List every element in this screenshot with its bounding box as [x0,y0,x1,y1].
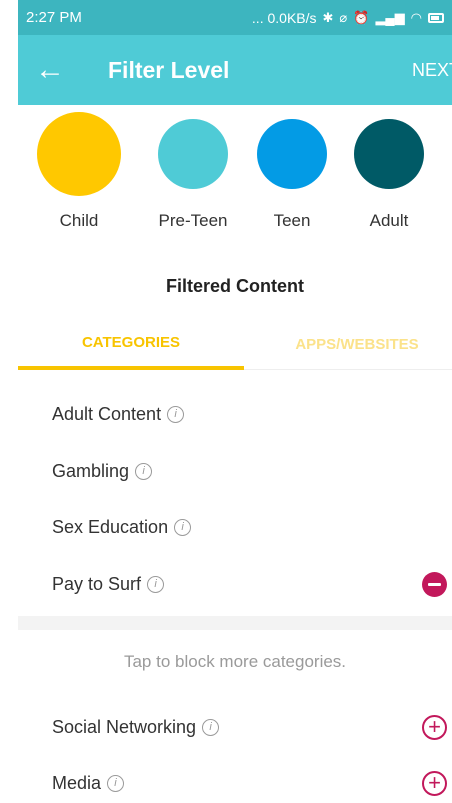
filter-level-selector: Child Pre-Teen Teen Adult [18,112,452,243]
category-row-pay-to-surf: Pay to Surf i [18,564,452,604]
alarm-icon: ⏰ [353,9,370,25]
alarm-off-icon: ⌀ [339,9,348,25]
level-label: Adult [369,211,409,230]
next-button[interactable]: NEXT [412,35,452,105]
category-label: Social Networking [52,716,197,737]
category-label: Sex Education [52,516,169,537]
level-circle [37,112,121,196]
add-category-button[interactable]: + [422,770,447,796]
category-label: Pay to Surf [52,573,142,594]
remove-category-button[interactable] [422,571,447,597]
category-label: Gambling [52,460,130,481]
category-label: Media [52,772,102,793]
section-divider [18,616,452,630]
app-screen: 2:27 PM ... 0.0KB/s ✱ ⌀ ⏰ ▂▄▆ ◠ ← Filter… [18,0,452,803]
wifi-icon: ◠ [410,9,422,25]
level-circle [354,119,424,189]
info-icon[interactable]: i [107,774,125,792]
status-bar: 2:27 PM ... 0.0KB/s ✱ ⌀ ⏰ ▂▄▆ ◠ [18,0,452,35]
signal-icon: ▂▄▆ [375,9,405,25]
back-button[interactable]: ← [18,35,82,105]
info-icon[interactable]: i [147,575,165,593]
level-option-pre-teen[interactable]: Pre-Teen [144,113,242,231]
page-title: Filter Level [108,56,230,83]
content-tabs: CATEGORIES APPS/WEBSITES [18,318,452,370]
screen-edge [0,0,18,803]
plus-icon: + [428,714,441,739]
info-icon[interactable]: i [167,405,185,423]
category-row-social-networking: Social Networking i + [18,707,452,747]
arrow-left-icon: ← [35,53,65,86]
level-option-teen[interactable]: Teen [243,113,341,231]
tab-apps-websites[interactable]: APPS/WEBSITES [244,318,452,370]
status-icons: ... 0.0KB/s ✱ ⌀ ⏰ ▂▄▆ ◠ [252,10,444,26]
add-category-button[interactable]: + [422,714,447,740]
level-label: Pre-Teen [158,211,228,230]
info-icon[interactable]: i [135,462,153,480]
block-more-hint: Tap to block more categories. [123,652,347,671]
bluetooth-icon: ✱ [322,9,334,25]
network-speed: ... 0.0KB/s [251,9,317,26]
level-circle [158,119,228,189]
level-label: Teen [273,211,311,230]
category-label: Adult Content [52,403,162,424]
app-bar: ← Filter Level NEXT [18,35,452,105]
category-row-adult-content: Adult Content i [18,394,452,434]
plus-icon: + [428,770,441,795]
minus-icon [428,582,441,586]
level-option-adult[interactable]: Adult [340,113,438,231]
info-icon[interactable]: i [174,518,192,536]
category-row-gambling: Gambling i [18,451,452,491]
level-label: Child [59,211,99,230]
category-row-sex-education: Sex Education i [18,507,452,547]
tab-categories[interactable]: CATEGORIES [18,318,244,370]
info-icon[interactable]: i [202,718,220,736]
section-title: Filtered Content [166,276,304,296]
category-row-media: Media i + [18,763,452,803]
level-option-child[interactable]: Child [30,112,128,231]
status-time: 2:27 PM [26,9,82,26]
battery-icon [428,12,444,23]
level-circle [257,119,327,189]
